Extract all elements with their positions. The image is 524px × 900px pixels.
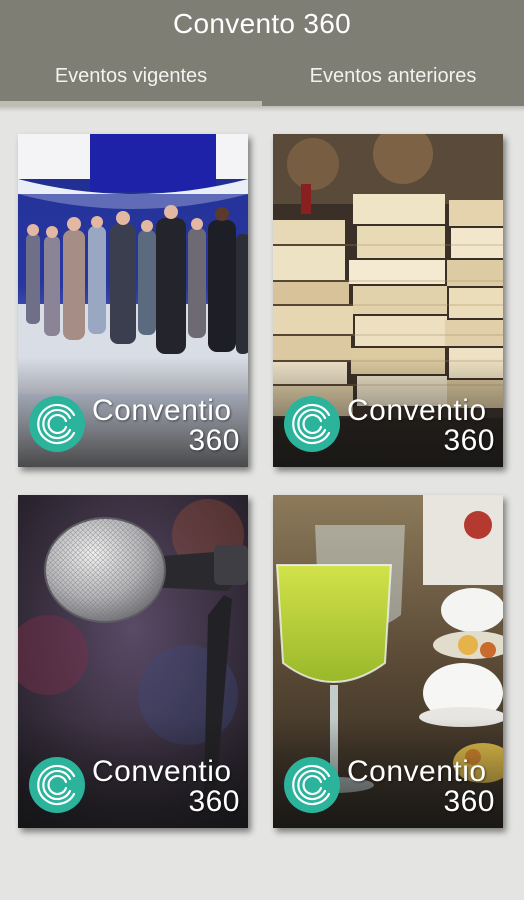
- brand-name: Conventio: [92, 394, 232, 427]
- event-card-4[interactable]: Conventio 360: [273, 495, 503, 828]
- brand-name: Conventio: [92, 755, 232, 788]
- event-card-3[interactable]: Conventio 360: [18, 495, 248, 828]
- app-bar: Convento 360 Eventos vigentes Eventos an…: [0, 0, 524, 106]
- tab-eventos-vigentes[interactable]: Eventos vigentes: [0, 60, 262, 104]
- brand-number: 360: [443, 424, 495, 457]
- tab-eventos-anteriores[interactable]: Eventos anteriores: [262, 60, 524, 104]
- brand-number: 360: [188, 424, 240, 457]
- conventio-logo-icon: [29, 396, 85, 452]
- event-card-1[interactable]: Conventio 360: [18, 134, 248, 467]
- conventio-logo-icon: [29, 757, 85, 813]
- brand-name: Conventio: [347, 394, 487, 427]
- brand-number: 360: [443, 785, 495, 818]
- event-card-2[interactable]: Conventio 360: [273, 134, 503, 467]
- brand-block: Conventio 360: [18, 387, 248, 467]
- brand-number: 360: [188, 785, 240, 818]
- conventio-logo-icon: [284, 396, 340, 452]
- brand-block: Conventio 360: [273, 748, 503, 828]
- brand-block: Conventio 360: [18, 748, 248, 828]
- app-title: Convento 360: [173, 8, 351, 39]
- brand-name: Conventio: [347, 755, 487, 788]
- brand-block: Conventio 360: [273, 387, 503, 467]
- conventio-logo-icon: [284, 757, 340, 813]
- app-bar-shadow: [0, 106, 524, 112]
